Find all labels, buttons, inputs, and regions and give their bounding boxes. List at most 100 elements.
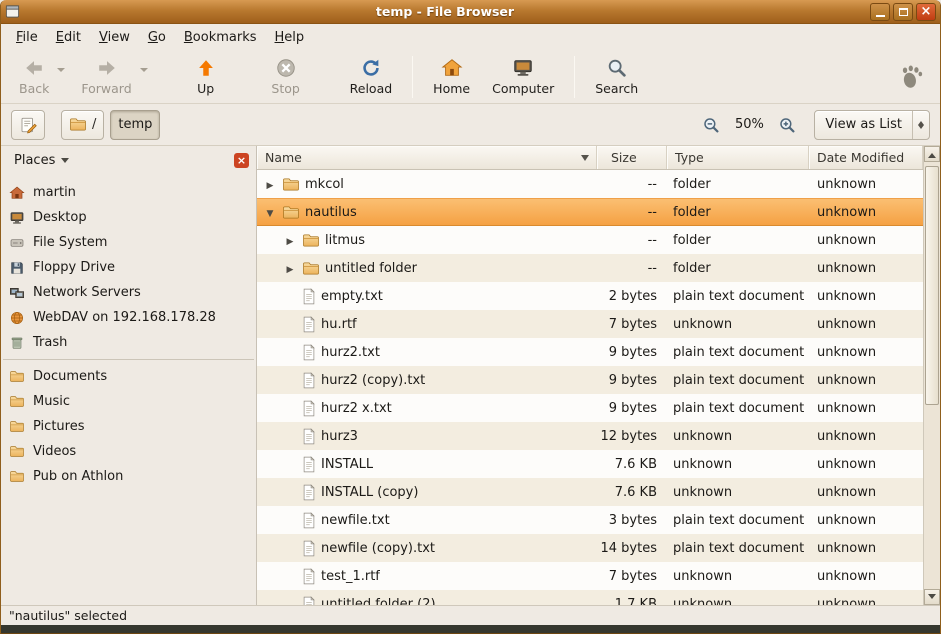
expander-icon[interactable]	[263, 205, 277, 220]
column-header-type[interactable]: Type	[667, 146, 809, 169]
column-header-name[interactable]: Name	[257, 146, 597, 169]
sidebar-item-webdav[interactable]: WebDAV on 192.168.178.28	[1, 305, 256, 330]
table-row[interactable]: litmus -- folder unknown	[257, 226, 923, 254]
table-row[interactable]: empty.txt 2 bytes plain text document un…	[257, 282, 923, 310]
expander-icon[interactable]	[283, 233, 297, 248]
table-row[interactable]: hu.rtf 7 bytes unknown unknown	[257, 310, 923, 338]
menu-edit[interactable]: Edit	[47, 27, 90, 48]
table-row[interactable]: INSTALL (copy) 7.6 KB unknown unknown	[257, 478, 923, 506]
zoom-in-icon	[778, 116, 796, 134]
places-sidebar: Places × martin Desktop File System	[1, 146, 257, 605]
scroll-up-button[interactable]	[924, 146, 940, 162]
vertical-scrollbar[interactable]	[923, 146, 940, 605]
window-title: temp - File Browser	[26, 4, 864, 19]
sidebar-separator	[3, 359, 254, 360]
computer-button[interactable]: Computer	[482, 53, 564, 101]
menubar: File Edit View Go Bookmarks Help	[1, 24, 940, 50]
sort-descending-icon	[581, 155, 589, 165]
view-mode-dropdown[interactable]: View as List	[814, 110, 930, 140]
sidebar-item-trash[interactable]: Trash	[1, 330, 256, 355]
home-button[interactable]: Home	[423, 53, 480, 101]
reload-button[interactable]: Reload	[340, 53, 403, 101]
status-text: "nautilus" selected	[9, 608, 127, 623]
reload-icon	[360, 57, 382, 79]
table-row[interactable]: mkcol -- folder unknown	[257, 170, 923, 198]
table-row[interactable]: test_1.rtf 7 bytes unknown unknown	[257, 562, 923, 590]
minimize-button[interactable]	[870, 3, 890, 21]
sidebar-item-videos[interactable]: Videos	[1, 439, 256, 464]
stop-icon	[275, 57, 297, 79]
sidebar-item-martin[interactable]: martin	[1, 180, 256, 205]
column-header-date-modified[interactable]: Date Modified	[809, 146, 923, 169]
path-current-button[interactable]: temp	[110, 110, 160, 140]
folder-icon	[9, 420, 25, 433]
table-row[interactable]: untitled folder (2) 1.7 KB unknown unkno…	[257, 590, 923, 605]
sidebar-item-floppy-drive[interactable]: Floppy Drive	[1, 255, 256, 280]
table-row[interactable]: hurz3 12 bytes unknown unknown	[257, 422, 923, 450]
home-icon	[441, 57, 463, 79]
expander-icon[interactable]	[263, 177, 277, 192]
sidebar-item-music[interactable]: Music	[1, 389, 256, 414]
titlebar[interactable]: temp - File Browser ×	[1, 0, 940, 24]
arrow-up-icon	[928, 149, 936, 158]
table-row-selected[interactable]: nautilus -- folder unknown	[257, 198, 923, 226]
forward-button[interactable]: Forward	[71, 53, 151, 101]
spinner-arrows-icon	[912, 111, 929, 139]
sidebar-item-pub-on-athlon[interactable]: Pub on Athlon	[1, 464, 256, 489]
user-home-icon	[9, 185, 25, 201]
sidebar-close-button[interactable]: ×	[234, 153, 249, 168]
menu-view[interactable]: View	[90, 27, 139, 48]
places-selector-button[interactable]: Places	[8, 151, 75, 170]
text-file-icon	[302, 540, 316, 557]
path-root-button[interactable]: /	[61, 110, 104, 140]
table-row[interactable]: hurz2 x.txt 9 bytes plain text document …	[257, 394, 923, 422]
gnome-throbber-icon	[898, 64, 924, 90]
table-row[interactable]: INSTALL 7.6 KB unknown unknown	[257, 450, 923, 478]
column-header-size[interactable]: Size	[597, 146, 667, 169]
table-row[interactable]: newfile.txt 3 bytes plain text document …	[257, 506, 923, 534]
table-row[interactable]: hurz2.txt 9 bytes plain text document un…	[257, 338, 923, 366]
folder-icon	[9, 370, 25, 383]
chevron-down-icon	[61, 158, 69, 167]
minimize-icon	[876, 15, 885, 17]
up-button[interactable]: Up	[180, 53, 232, 101]
menu-go[interactable]: Go	[139, 27, 175, 48]
text-file-icon	[302, 372, 316, 389]
folder-icon	[302, 261, 320, 276]
table-row[interactable]: newfile (copy).txt 14 bytes plain text d…	[257, 534, 923, 562]
menu-file[interactable]: File	[7, 27, 47, 48]
stop-button[interactable]: Stop	[260, 53, 312, 101]
zoom-in-button[interactable]	[774, 112, 800, 138]
list-header: Name Size Type Date Modified	[257, 146, 923, 170]
edit-location-icon	[19, 116, 37, 134]
search-button[interactable]: Search	[585, 53, 648, 101]
menu-help[interactable]: Help	[266, 27, 314, 48]
scrollbar-track[interactable]	[924, 162, 940, 589]
sidebar-item-file-system[interactable]: File System	[1, 230, 256, 255]
zoom-out-button[interactable]	[698, 112, 724, 138]
sidebar-item-pictures[interactable]: Pictures	[1, 414, 256, 439]
scrollbar-thumb[interactable]	[925, 166, 939, 405]
filesystem-icon	[9, 235, 25, 251]
search-icon	[606, 57, 628, 79]
scroll-down-button[interactable]	[924, 589, 940, 605]
maximize-button[interactable]	[893, 3, 913, 21]
expander-icon[interactable]	[283, 261, 297, 276]
back-button[interactable]: Back	[9, 53, 69, 101]
back-arrow-icon	[23, 57, 45, 79]
sidebar-item-network-servers[interactable]: Network Servers	[1, 280, 256, 305]
menu-bookmarks[interactable]: Bookmarks	[175, 27, 266, 48]
edit-location-button[interactable]	[11, 110, 45, 140]
sidebar-item-documents[interactable]: Documents	[1, 364, 256, 389]
table-row[interactable]: hurz2 (copy).txt 9 bytes plain text docu…	[257, 366, 923, 394]
close-button[interactable]: ×	[916, 3, 936, 21]
text-file-icon	[302, 484, 316, 501]
computer-icon	[512, 57, 534, 79]
toolbar-separator	[574, 56, 575, 98]
folder-icon	[69, 117, 87, 132]
sidebar-item-desktop[interactable]: Desktop	[1, 205, 256, 230]
table-row[interactable]: untitled folder -- folder unknown	[257, 254, 923, 282]
toolbar-separator	[412, 56, 413, 98]
up-arrow-icon	[195, 57, 217, 79]
file-browser-window: temp - File Browser × File Edit View Go …	[0, 0, 941, 634]
